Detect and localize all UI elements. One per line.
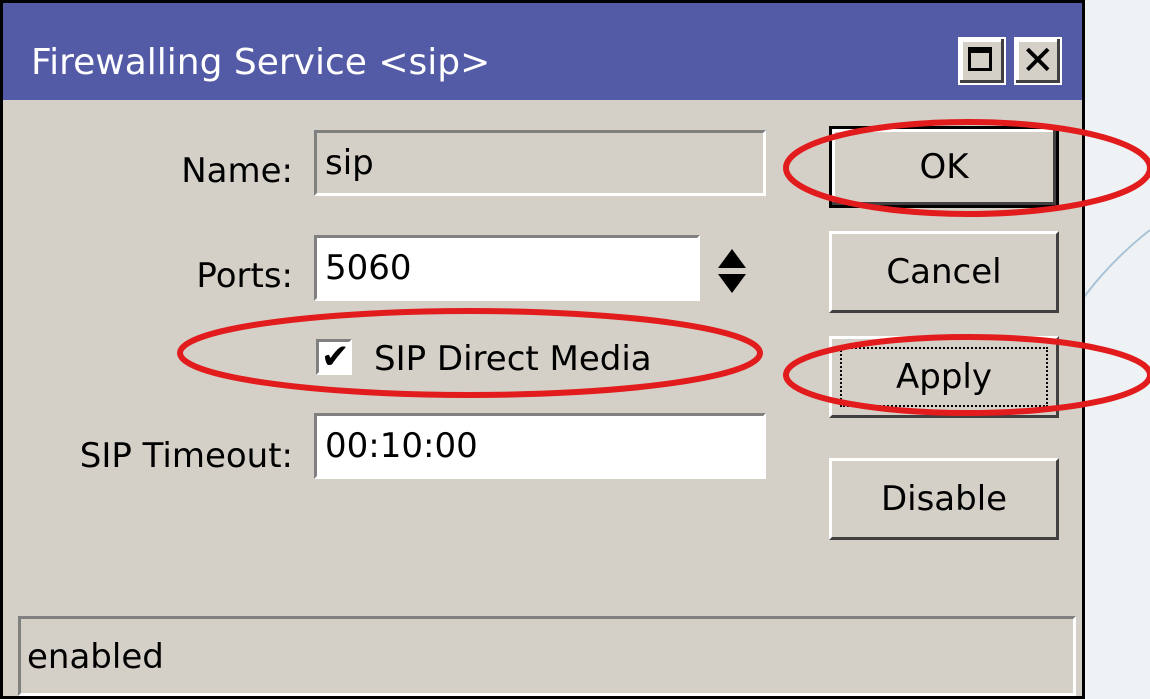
- sip-timeout-field[interactable]: 00:10:00: [314, 413, 766, 479]
- cancel-button[interactable]: Cancel: [829, 231, 1059, 313]
- title-bar[interactable]: Firewalling Service <sip> ✕: [3, 3, 1082, 100]
- sip-timeout-label: SIP Timeout:: [79, 436, 293, 476]
- maximize-button[interactable]: [958, 37, 1006, 85]
- window-title: Firewalling Service <sip>: [31, 42, 491, 83]
- sip-direct-media-label[interactable]: SIP Direct Media: [374, 339, 652, 379]
- status-bar: enabled: [18, 616, 1076, 696]
- ok-button[interactable]: OK: [829, 126, 1059, 208]
- maximize-icon: [968, 47, 992, 71]
- sip-direct-media-checkbox[interactable]: ✔: [316, 337, 352, 377]
- ports-field[interactable]: 5060: [314, 235, 700, 301]
- spinner-arrows-icon[interactable]: [715, 246, 749, 296]
- apply-button[interactable]: Apply: [829, 336, 1059, 418]
- close-icon: ✕: [1021, 38, 1055, 84]
- ports-label: Ports:: [196, 256, 293, 296]
- disable-button[interactable]: Disable: [829, 458, 1059, 540]
- name-field[interactable]: sip: [314, 130, 766, 196]
- checkmark-icon: ✔: [321, 337, 350, 377]
- firewalling-service-dialog: Firewalling Service <sip> ✕ Name: sip Po…: [0, 0, 1085, 699]
- name-label: Name:: [181, 151, 293, 191]
- close-button[interactable]: ✕: [1014, 37, 1062, 85]
- apply-button-label: Apply: [896, 357, 992, 397]
